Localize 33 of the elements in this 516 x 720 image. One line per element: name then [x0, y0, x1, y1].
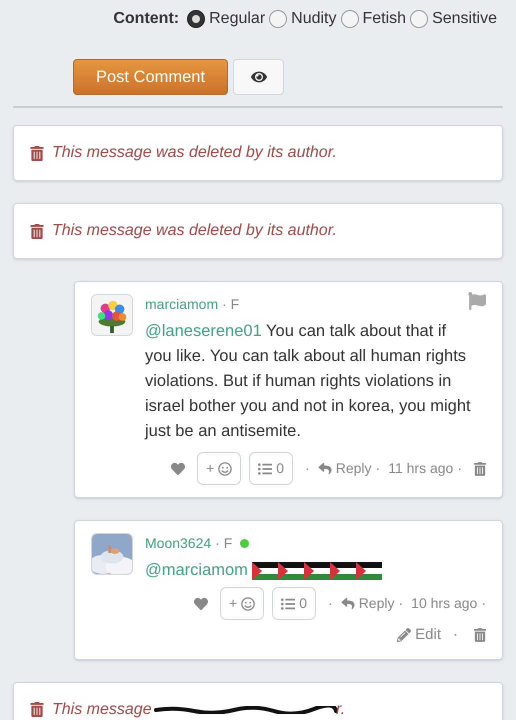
- separator-dot: ·: [398, 594, 404, 613]
- username-link[interactable]: Moon3624: [145, 533, 212, 554]
- reply-link[interactable]: Reply: [318, 458, 372, 479]
- separator-dot: ·: [453, 625, 458, 645]
- separator-dot: ·: [305, 459, 310, 478]
- mention-link[interactable]: @marciamom: [145, 558, 248, 583]
- gender-label: · F: [215, 534, 232, 553]
- separator-dot: ·: [376, 459, 380, 478]
- content-radio[interactable]: Nudity: [269, 7, 336, 31]
- content-radio[interactable]: Fetish: [340, 7, 406, 31]
- comment-text: @laneserene01 You can talk about that if you like. You can talk about all human rights violations. But if human rights violations in israel bother you and not in korea, you might just be an antisemite.: [145, 321, 472, 442]
- add-reaction-button[interactable]: +: [220, 587, 264, 620]
- mention-link[interactable]: @laneserene01: [145, 322, 262, 340]
- separator-dot: ·: [328, 594, 333, 613]
- deleted-notice: This message was deleted by its author.: [52, 221, 337, 241]
- separator-dot: ·: [457, 459, 462, 478]
- username-link[interactable]: marciamom: [145, 294, 218, 315]
- separator-dot: ·: [481, 594, 486, 613]
- reply-link[interactable]: Reply: [340, 593, 394, 614]
- gender-label: · F: [222, 295, 240, 314]
- deleted-notice: This message: [52, 700, 153, 720]
- content-label: Content:: [113, 9, 180, 29]
- content-radio[interactable]: Sensitive: [410, 7, 497, 31]
- edit-link[interactable]: Edit: [397, 624, 441, 646]
- timestamp: 10 hrs ago: [411, 594, 478, 613]
- list-button[interactable]: 0: [272, 587, 316, 620]
- timestamp: 11 hrs ago: [388, 459, 454, 478]
- content-radio[interactable]: Regular: [187, 7, 266, 31]
- list-button[interactable]: 0: [249, 452, 294, 485]
- deleted-notice: This message was deleted by its author.: [52, 143, 337, 163]
- deleted-notice: r.: [336, 700, 346, 720]
- add-reaction-button[interactable]: +: [197, 452, 242, 485]
- post-comment-button[interactable]: Post Comment: [73, 59, 228, 95]
